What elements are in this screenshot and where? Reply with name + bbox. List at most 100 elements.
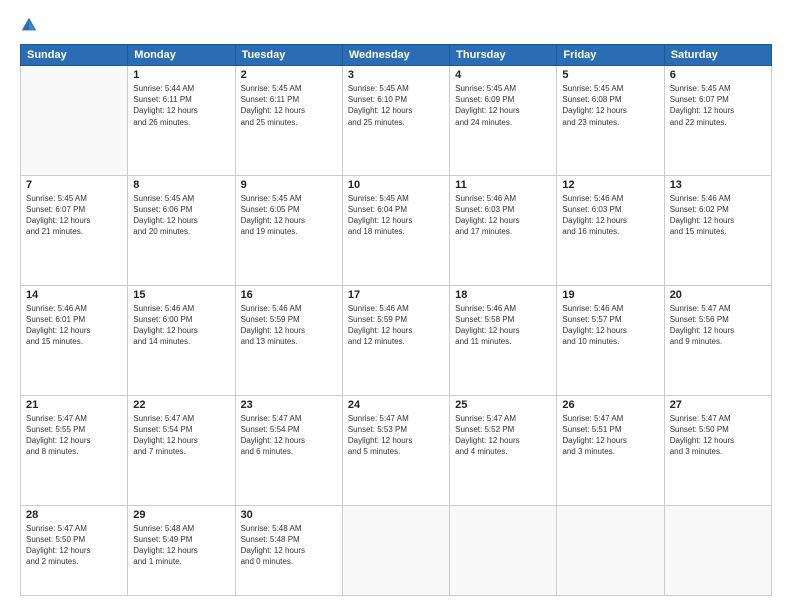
day-header: Friday: [557, 45, 664, 66]
daylight-minutes: and 5 minutes.: [348, 447, 400, 456]
sunset-label: Sunset: 5:52 PM: [455, 425, 514, 434]
day-header: Sunday: [21, 45, 128, 66]
day-cell: 28 Sunrise: 5:47 AM Sunset: 5:50 PM Dayl…: [21, 505, 128, 595]
sunset-label: Sunset: 6:02 PM: [670, 205, 729, 214]
daylight-label: Daylight: 12 hours: [670, 326, 734, 335]
calendar-page: SundayMondayTuesdayWednesdayThursdayFrid…: [0, 0, 792, 612]
sunrise-label: Sunrise: 5:47 AM: [562, 414, 623, 423]
day-cell: 23 Sunrise: 5:47 AM Sunset: 5:54 PM Dayl…: [235, 395, 342, 505]
day-cell: 3 Sunrise: 5:45 AM Sunset: 6:10 PM Dayli…: [342, 66, 449, 176]
sunrise-label: Sunrise: 5:46 AM: [562, 194, 623, 203]
daylight-minutes: and 16 minutes.: [562, 227, 619, 236]
daylight-label: Daylight: 12 hours: [455, 106, 519, 115]
day-info: Sunrise: 5:46 AM Sunset: 5:59 PM Dayligh…: [348, 303, 444, 348]
sunset-label: Sunset: 6:11 PM: [241, 95, 300, 104]
day-info: Sunrise: 5:45 AM Sunset: 6:08 PM Dayligh…: [562, 83, 658, 128]
sunset-label: Sunset: 6:09 PM: [455, 95, 514, 104]
daylight-label: Daylight: 12 hours: [348, 106, 412, 115]
daylight-label: Daylight: 12 hours: [562, 216, 626, 225]
day-info: Sunrise: 5:48 AM Sunset: 5:49 PM Dayligh…: [133, 523, 229, 568]
daylight-label: Daylight: 12 hours: [455, 436, 519, 445]
day-cell: 17 Sunrise: 5:46 AM Sunset: 5:59 PM Dayl…: [342, 285, 449, 395]
sunrise-label: Sunrise: 5:45 AM: [133, 194, 194, 203]
sunrise-label: Sunrise: 5:47 AM: [26, 524, 87, 533]
sunrise-label: Sunrise: 5:45 AM: [241, 194, 302, 203]
day-number: 12: [562, 179, 658, 191]
daylight-minutes: and 15 minutes.: [26, 337, 83, 346]
daylight-label: Daylight: 12 hours: [348, 216, 412, 225]
daylight-minutes: and 1 minute.: [133, 557, 181, 566]
day-cell: [557, 505, 664, 595]
week-row: 21 Sunrise: 5:47 AM Sunset: 5:55 PM Dayl…: [21, 395, 772, 505]
day-number: 1: [133, 69, 229, 81]
sunset-label: Sunset: 6:06 PM: [133, 205, 192, 214]
sunset-label: Sunset: 5:56 PM: [670, 315, 729, 324]
sunrise-label: Sunrise: 5:45 AM: [348, 194, 409, 203]
day-cell: 29 Sunrise: 5:48 AM Sunset: 5:49 PM Dayl…: [128, 505, 235, 595]
header: [20, 16, 772, 34]
sunrise-label: Sunrise: 5:46 AM: [133, 304, 194, 313]
daylight-minutes: and 23 minutes.: [562, 118, 619, 127]
daylight-label: Daylight: 12 hours: [26, 216, 90, 225]
day-info: Sunrise: 5:45 AM Sunset: 6:09 PM Dayligh…: [455, 83, 551, 128]
sunrise-label: Sunrise: 5:46 AM: [455, 304, 516, 313]
day-number: 21: [26, 399, 122, 411]
day-cell: 11 Sunrise: 5:46 AM Sunset: 6:03 PM Dayl…: [450, 175, 557, 285]
daylight-label: Daylight: 12 hours: [241, 216, 305, 225]
daylight-minutes: and 3 minutes.: [670, 447, 722, 456]
day-header: Tuesday: [235, 45, 342, 66]
day-number: 23: [241, 399, 337, 411]
daylight-minutes: and 14 minutes.: [133, 337, 190, 346]
day-cell: 22 Sunrise: 5:47 AM Sunset: 5:54 PM Dayl…: [128, 395, 235, 505]
day-cell: 13 Sunrise: 5:46 AM Sunset: 6:02 PM Dayl…: [664, 175, 771, 285]
daylight-label: Daylight: 12 hours: [241, 436, 305, 445]
daylight-label: Daylight: 12 hours: [455, 326, 519, 335]
day-cell: 16 Sunrise: 5:46 AM Sunset: 5:59 PM Dayl…: [235, 285, 342, 395]
sunrise-label: Sunrise: 5:45 AM: [562, 84, 623, 93]
day-cell: 27 Sunrise: 5:47 AM Sunset: 5:50 PM Dayl…: [664, 395, 771, 505]
sunrise-label: Sunrise: 5:47 AM: [455, 414, 516, 423]
day-cell: 4 Sunrise: 5:45 AM Sunset: 6:09 PM Dayli…: [450, 66, 557, 176]
sunset-label: Sunset: 5:59 PM: [348, 315, 407, 324]
day-cell: 20 Sunrise: 5:47 AM Sunset: 5:56 PM Dayl…: [664, 285, 771, 395]
sunrise-label: Sunrise: 5:45 AM: [26, 194, 87, 203]
sunset-label: Sunset: 5:57 PM: [562, 315, 621, 324]
day-info: Sunrise: 5:45 AM Sunset: 6:05 PM Dayligh…: [241, 193, 337, 238]
sunset-label: Sunset: 5:53 PM: [348, 425, 407, 434]
day-cell: 25 Sunrise: 5:47 AM Sunset: 5:52 PM Dayl…: [450, 395, 557, 505]
daylight-label: Daylight: 12 hours: [348, 436, 412, 445]
daylight-label: Daylight: 12 hours: [241, 546, 305, 555]
daylight-minutes: and 11 minutes.: [455, 337, 511, 346]
sunrise-label: Sunrise: 5:45 AM: [670, 84, 731, 93]
sunset-label: Sunset: 5:48 PM: [241, 535, 300, 544]
sunset-label: Sunset: 6:11 PM: [133, 95, 192, 104]
sunset-label: Sunset: 6:04 PM: [348, 205, 407, 214]
day-info: Sunrise: 5:44 AM Sunset: 6:11 PM Dayligh…: [133, 83, 229, 128]
day-info: Sunrise: 5:47 AM Sunset: 5:50 PM Dayligh…: [26, 523, 122, 568]
day-number: 14: [26, 289, 122, 301]
sunset-label: Sunset: 5:58 PM: [455, 315, 514, 324]
daylight-label: Daylight: 12 hours: [241, 106, 305, 115]
daylight-minutes: and 15 minutes.: [670, 227, 727, 236]
sunrise-label: Sunrise: 5:48 AM: [241, 524, 302, 533]
day-info: Sunrise: 5:47 AM Sunset: 5:51 PM Dayligh…: [562, 413, 658, 458]
daylight-label: Daylight: 12 hours: [26, 546, 90, 555]
daylight-minutes: and 4 minutes.: [455, 447, 507, 456]
sunrise-label: Sunrise: 5:45 AM: [455, 84, 516, 93]
day-header: Monday: [128, 45, 235, 66]
sunrise-label: Sunrise: 5:45 AM: [241, 84, 302, 93]
day-info: Sunrise: 5:45 AM Sunset: 6:06 PM Dayligh…: [133, 193, 229, 238]
week-row: 14 Sunrise: 5:46 AM Sunset: 6:01 PM Dayl…: [21, 285, 772, 395]
day-number: 10: [348, 179, 444, 191]
sunset-label: Sunset: 6:00 PM: [133, 315, 192, 324]
logo-icon: [20, 16, 38, 34]
sunset-label: Sunset: 6:01 PM: [26, 315, 85, 324]
day-number: 20: [670, 289, 766, 301]
daylight-minutes: and 24 minutes.: [455, 118, 512, 127]
day-number: 15: [133, 289, 229, 301]
day-info: Sunrise: 5:45 AM Sunset: 6:04 PM Dayligh…: [348, 193, 444, 238]
day-cell: 14 Sunrise: 5:46 AM Sunset: 6:01 PM Dayl…: [21, 285, 128, 395]
daylight-minutes: and 13 minutes.: [241, 337, 298, 346]
daylight-label: Daylight: 12 hours: [670, 106, 734, 115]
daylight-minutes: and 20 minutes.: [133, 227, 190, 236]
